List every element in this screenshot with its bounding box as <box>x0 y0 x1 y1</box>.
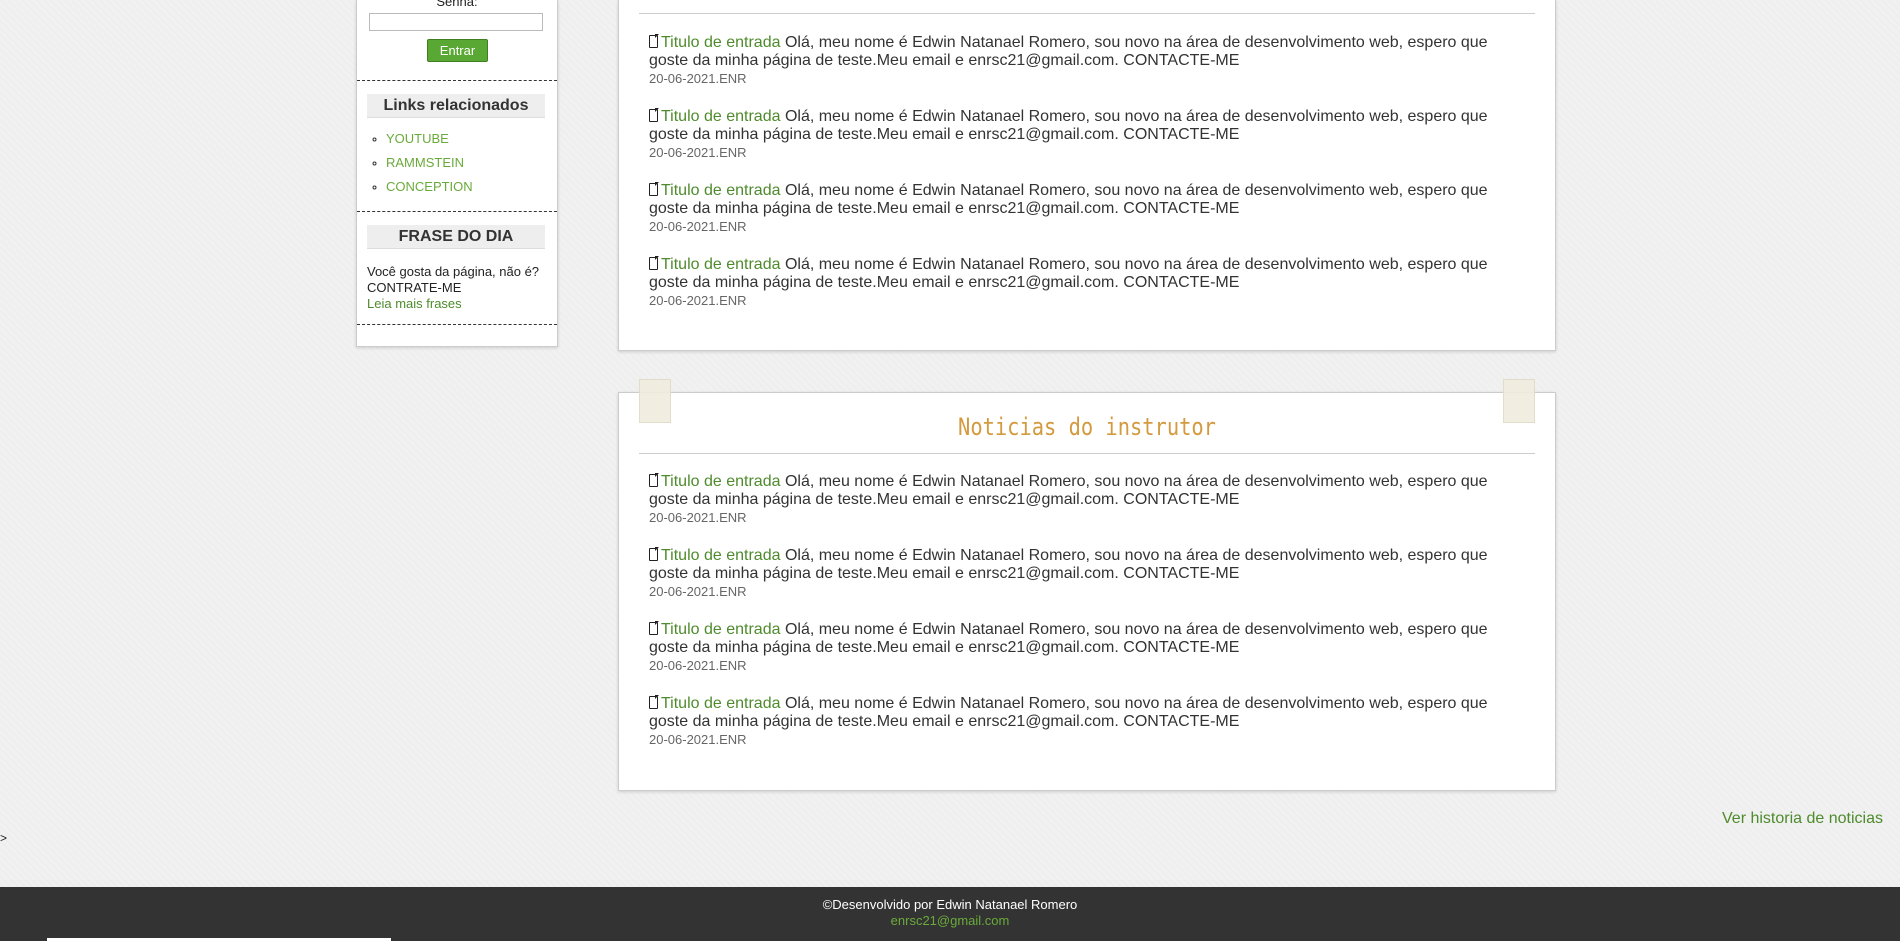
list-item: CONCEPTION <box>386 179 473 203</box>
panel-title: Noticias do instrutor <box>958 413 1216 441</box>
link-rammstein[interactable]: RAMMSTEIN <box>386 155 464 170</box>
news-entry: Titulo de entrada Olá, meu nome é Edwin … <box>649 695 1529 749</box>
news-entry: Titulo de entrada Olá, meu nome é Edwin … <box>649 547 1529 601</box>
news-entry: Titulo de entrada Olá, meu nome é Edwin … <box>649 256 1529 310</box>
entry-title-link[interactable]: Titulo de entrada <box>661 473 780 490</box>
entry-title-link[interactable]: Titulo de entrada <box>661 621 780 638</box>
news-entry: Titulo de entrada Olá, meu nome é Edwin … <box>649 473 1529 527</box>
list-item: YOUTUBE <box>386 131 473 155</box>
divider <box>357 80 557 81</box>
entry-title-link[interactable]: Titulo de entrada <box>661 695 780 712</box>
phrase-of-day-title: FRASE DO DIA <box>367 225 545 249</box>
entry-title-link[interactable]: Titulo de entrada <box>661 182 780 199</box>
phrase-text: Você gosta da página, não é? CONTRATE-ME <box>367 264 540 295</box>
tape-decoration <box>639 379 671 423</box>
entry-title-link[interactable]: Titulo de entrada <box>661 547 780 564</box>
entry-title-link[interactable]: Titulo de entrada <box>661 256 780 273</box>
document-icon <box>649 695 659 709</box>
entry-date: 20-06-2021.ENR <box>649 732 747 747</box>
stray-text: > <box>0 831 8 845</box>
entry-date: 20-06-2021.ENR <box>649 658 747 673</box>
panel-divider <box>639 13 1535 14</box>
document-icon <box>649 473 659 487</box>
news-entry: Titulo de entrada Olá, meu nome é Edwin … <box>649 621 1529 675</box>
password-label: Senha: <box>436 0 478 9</box>
entry-title-link[interactable]: Titulo de entrada <box>661 108 780 125</box>
footer-credit: ©Desenvolvido por Edwin Natanael Romero <box>822 897 1078 912</box>
entry-date: 20-06-2021.ENR <box>649 293 747 308</box>
news-entry: Titulo de entrada Olá, meu nome é Edwin … <box>649 108 1529 162</box>
entry-date: 20-06-2021.ENR <box>649 145 747 160</box>
footer: ©Desenvolvido por Edwin Natanael Romero … <box>0 887 1900 941</box>
news-entry: Titulo de entrada Olá, meu nome é Edwin … <box>649 34 1529 88</box>
link-conception[interactable]: CONCEPTION <box>386 179 473 194</box>
entry-date: 20-06-2021.ENR <box>649 71 747 86</box>
entry-date: 20-06-2021.ENR <box>649 510 747 525</box>
news-panel: Titulo de entrada Olá, meu nome é Edwin … <box>618 0 1556 351</box>
password-input[interactable] <box>369 13 543 31</box>
document-icon <box>649 34 659 48</box>
panel-divider <box>639 453 1535 454</box>
news-entry: Titulo de entrada Olá, meu nome é Edwin … <box>649 182 1529 236</box>
list-item: RAMMSTEIN <box>386 155 473 179</box>
document-icon <box>649 182 659 196</box>
phrase-of-day: Você gosta da página, não é? CONTRATE-ME… <box>367 264 547 312</box>
link-youtube[interactable]: YOUTUBE <box>386 131 449 146</box>
related-links-title: Links relacionados <box>367 94 545 118</box>
instructor-news-panel: Noticias do instrutor Titulo de entrada … <box>618 379 1556 791</box>
divider <box>357 324 557 325</box>
entry-title-link[interactable]: Titulo de entrada <box>661 34 780 51</box>
divider <box>357 211 557 212</box>
login-button[interactable]: Entrar <box>427 39 488 62</box>
footer-email-link[interactable]: enrsc21@gmail.com <box>0 913 1900 928</box>
document-icon <box>649 621 659 635</box>
entry-date: 20-06-2021.ENR <box>649 584 747 599</box>
entry-date: 20-06-2021.ENR <box>649 219 747 234</box>
news-history-link[interactable]: Ver historia de noticias <box>1722 810 1883 828</box>
sidebar: Senha: Entrar Links relacionados YOUTUBE… <box>356 0 558 347</box>
document-icon <box>649 256 659 270</box>
document-icon <box>649 547 659 561</box>
document-icon <box>649 108 659 122</box>
more-phrases-link[interactable]: Leia mais frases <box>367 296 547 312</box>
tape-decoration <box>1503 379 1535 423</box>
related-links-list: YOUTUBE RAMMSTEIN CONCEPTION <box>357 131 473 203</box>
